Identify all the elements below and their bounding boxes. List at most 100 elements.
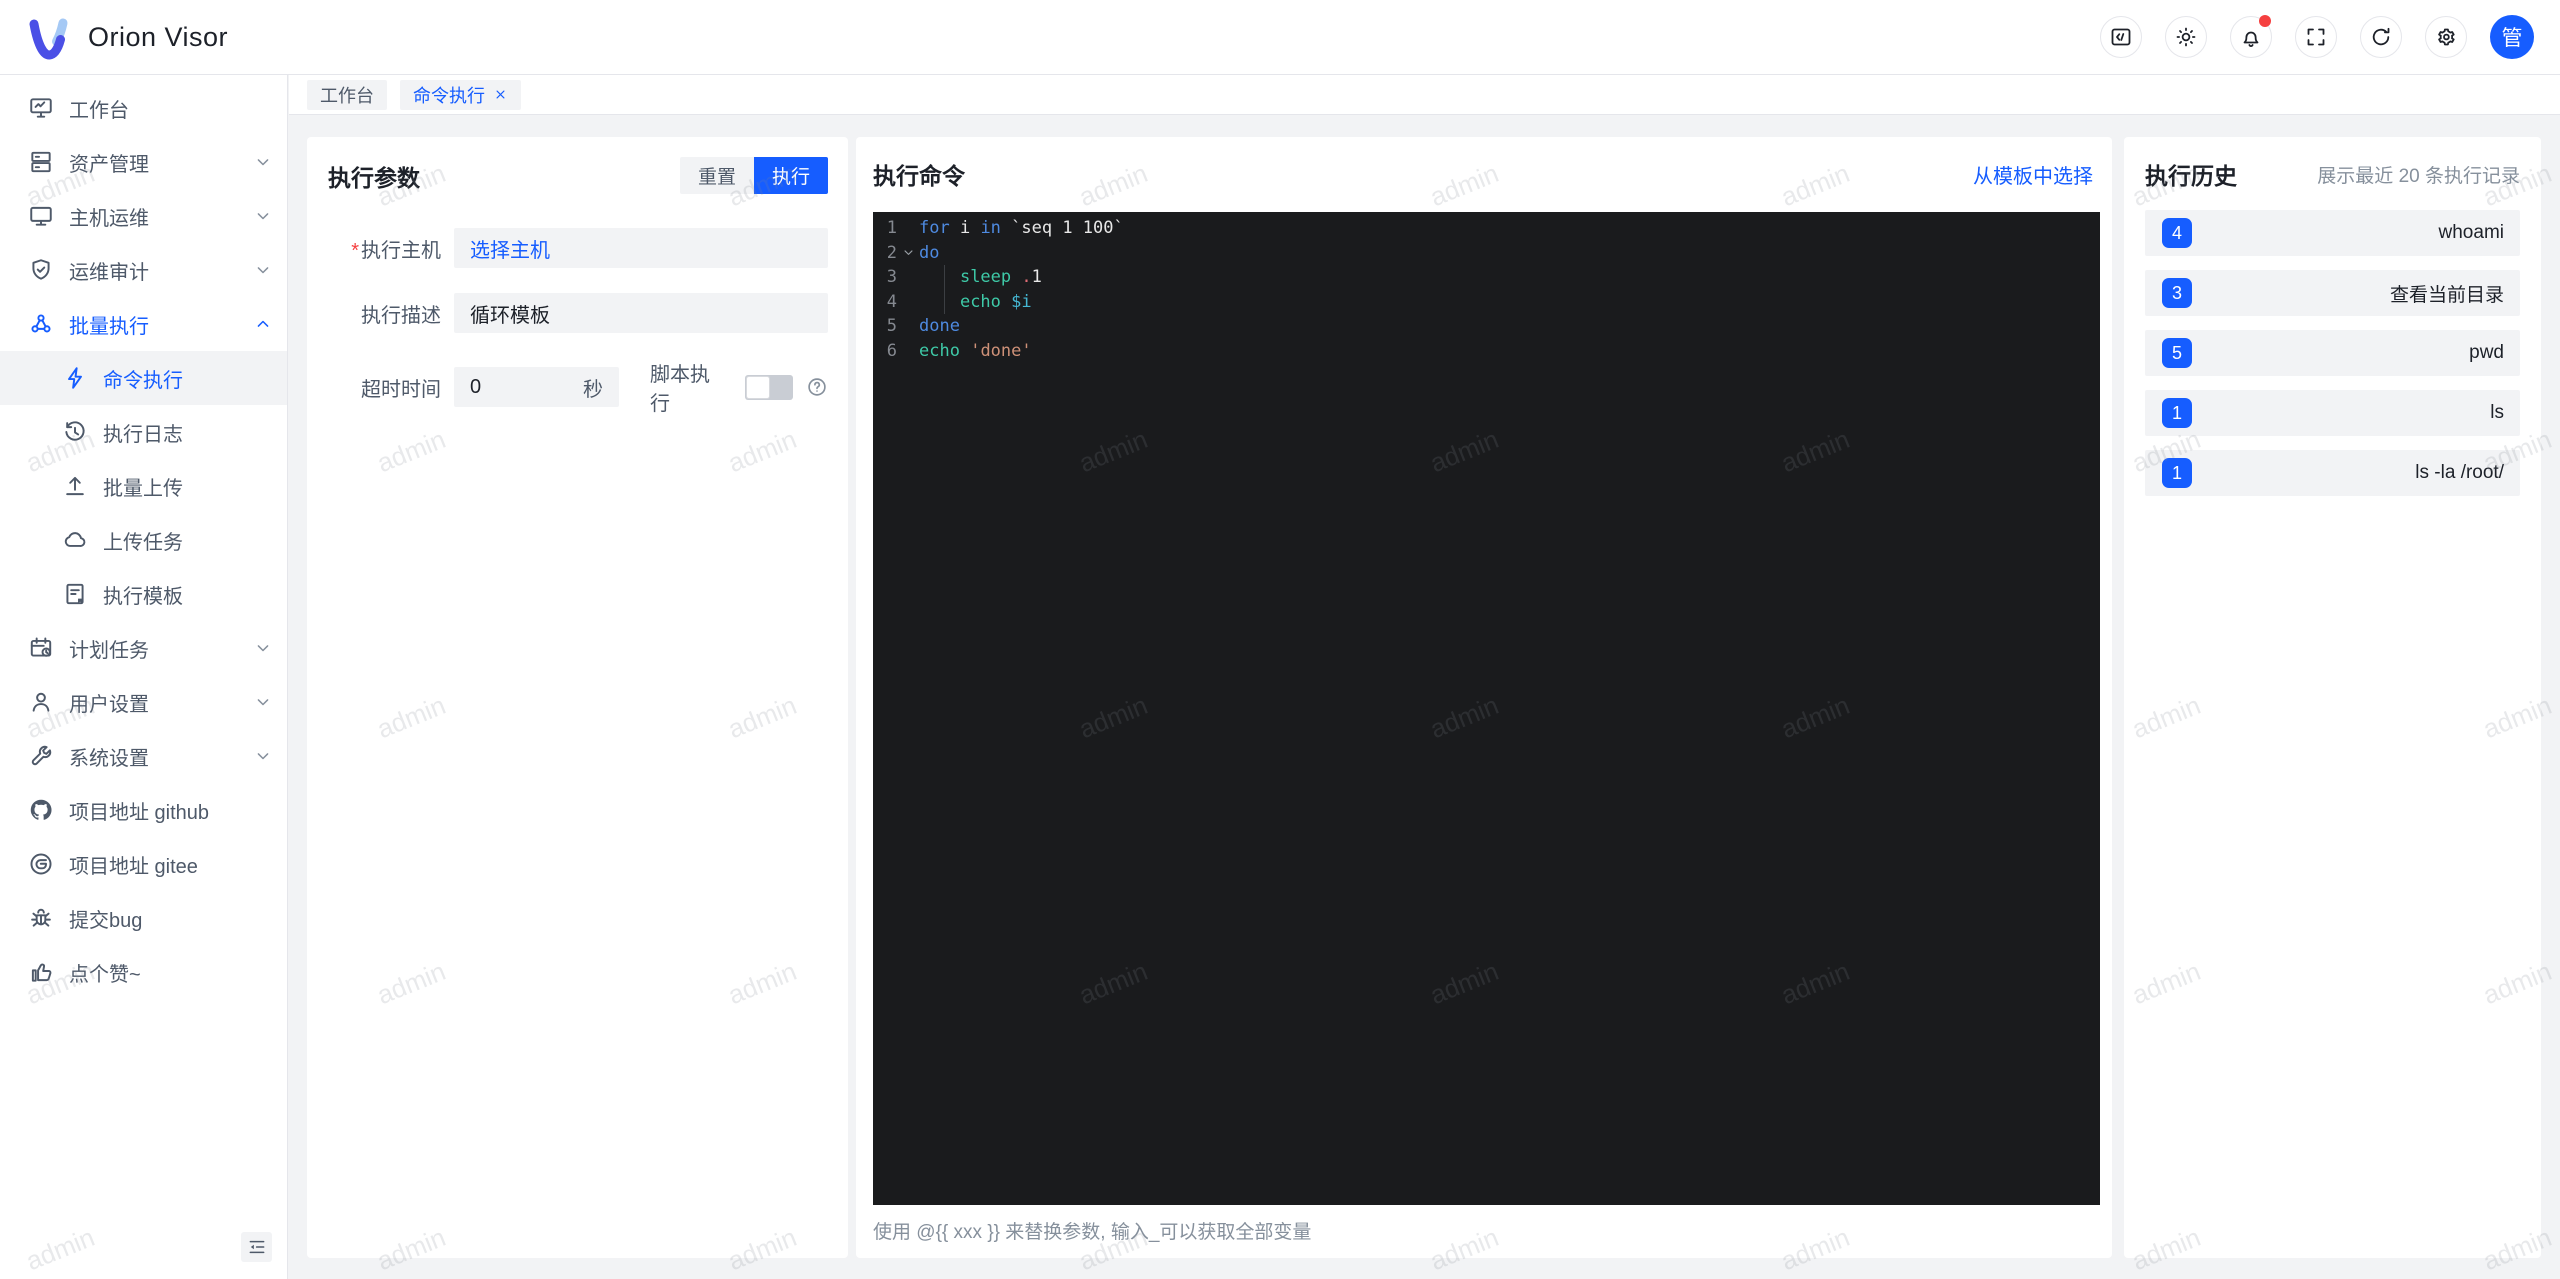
- fullscreen-icon[interactable]: [2295, 16, 2337, 58]
- sidebar-item-exec-log[interactable]: 执行日志: [0, 405, 287, 459]
- exec-params-actions: 重置 执行: [679, 157, 828, 194]
- sidebar-item-label: 计划任务: [69, 639, 149, 662]
- history-item[interactable]: 1 ls -la /root/: [2145, 450, 2520, 496]
- sidebar-item-batch-exec[interactable]: 批量执行: [0, 297, 287, 351]
- code-text: for i in `seq 1 100`: [919, 216, 2100, 241]
- sidebar-item-label: 批量执行: [69, 315, 149, 338]
- code-line: 6 echo 'done': [873, 339, 2100, 364]
- code-text: sleep .1: [919, 265, 2100, 290]
- sidebar-item-label: 工作台: [69, 99, 129, 122]
- chevron-down-icon: [253, 206, 273, 226]
- tab-bar: 工作台 命令执行: [289, 75, 2560, 115]
- fold-gutter: [897, 290, 919, 315]
- fold-gutter: [897, 314, 919, 339]
- history-command: 查看当前目录: [2389, 284, 2504, 306]
- timeout-value: 0: [470, 375, 482, 398]
- sidebar-item-label: 命令执行: [103, 369, 183, 392]
- command-code-editor[interactable]: 1 for i in `seq 1 100` 2 do 3 sleep .1 4 echo…: [873, 212, 2100, 1205]
- sidebar-item-user-settings[interactable]: 用户设置: [0, 675, 287, 729]
- tab-label: 工作台: [320, 85, 374, 106]
- code-line: 2 do: [873, 241, 2100, 266]
- code-token: echo: [959, 291, 1001, 312]
- code-block-icon[interactable]: [2100, 16, 2142, 58]
- monitor-icon: [28, 95, 54, 121]
- code-line: 4 echo $i: [873, 289, 2100, 315]
- notifications-icon[interactable]: [2230, 15, 2272, 58]
- sidebar-item-workbench[interactable]: 工作台: [0, 81, 287, 135]
- wrench-icon: [28, 743, 54, 769]
- settings-icon[interactable]: [2425, 16, 2467, 58]
- code-token: in: [980, 218, 1001, 238]
- tab-label: 命令执行: [413, 85, 485, 106]
- chevron-down-icon: [253, 152, 273, 172]
- reset-button[interactable]: 重置: [679, 157, 754, 194]
- theme-light-icon[interactable]: [2165, 16, 2207, 58]
- upload-icon: [62, 473, 88, 499]
- sidebar-item-label: 系统设置: [69, 747, 149, 770]
- tab-cmd-exec[interactable]: 命令执行: [400, 79, 521, 110]
- desc-input[interactable]: 循环模板: [454, 293, 828, 333]
- code-token: i: [949, 218, 981, 238]
- sidebar-item-assets[interactable]: 资产管理: [0, 135, 287, 189]
- chevron-down-icon: [253, 638, 273, 658]
- host-select-field[interactable]: 选择主机: [454, 228, 828, 268]
- exec-command-panel: 执行命令 从模板中选择 1 for i in `seq 1 100` 2 do 3 sl…: [856, 137, 2112, 1258]
- tab-workbench[interactable]: 工作台: [307, 79, 387, 110]
- history-item[interactable]: 3 查看当前目录: [2145, 270, 2520, 316]
- sidebar-menu: 工作台资产管理主机运维运维审计批量执行命令执行执行日志 批量上传 上传任务 执行模板计…: [0, 81, 287, 999]
- menu-fold-icon: [247, 1237, 267, 1257]
- history-command: ls: [2490, 402, 2504, 423]
- sidebar-item-system-settings[interactable]: 系统设置: [0, 729, 287, 783]
- sidebar-item-host-ops[interactable]: 主机运维: [0, 189, 287, 243]
- run-button[interactable]: 执行: [753, 157, 828, 194]
- tab-close-icon[interactable]: [493, 87, 508, 102]
- desktop-icon: [28, 203, 54, 229]
- code-line: 1 for i in `seq 1 100`: [873, 216, 2100, 241]
- history-command: ls -la /root/: [2415, 462, 2504, 483]
- cluster-icon: [28, 311, 54, 337]
- logo-icon: [29, 18, 68, 60]
- sidebar-item-cmd-exec[interactable]: 命令执行: [0, 351, 287, 405]
- sidebar-item-like[interactable]: 点个赞~: [0, 945, 287, 999]
- code-token: done: [919, 316, 960, 336]
- history-command: pwd: [2469, 342, 2504, 363]
- line-number: 2: [886, 242, 897, 263]
- sidebar-item-label: 主机运维: [69, 207, 149, 230]
- code-token: do: [919, 242, 940, 263]
- history-count-badge: 1: [2162, 458, 2192, 488]
- history-item[interactable]: 5 pwd: [2145, 330, 2520, 376]
- sidebar-item-schedule[interactable]: 计划任务: [0, 621, 287, 675]
- script-exec-toggle[interactable]: [745, 374, 793, 400]
- sidebar-collapse-button[interactable]: [241, 1232, 272, 1262]
- exec-history-list: 4 whoami 3 查看当前目录 5 pwd 1 ls 1 ls -la /root/: [2145, 210, 2520, 496]
- header-actions: 管: [2100, 15, 2534, 59]
- fold-gutter: [897, 265, 919, 290]
- sidebar-item-audit[interactable]: 运维审计: [0, 243, 287, 297]
- timeout-input[interactable]: 0 秒: [454, 367, 619, 407]
- sidebar-item-exec-template[interactable]: 执行模板: [0, 567, 287, 621]
- shield-icon: [28, 257, 54, 283]
- sidebar-item-upload-task[interactable]: 上传任务: [0, 513, 287, 567]
- sidebar-item-label: 运维审计: [69, 261, 149, 284]
- sidebar-item-github[interactable]: 项目地址 github: [0, 783, 287, 837]
- user-avatar[interactable]: 管: [2490, 15, 2534, 59]
- sidebar-item-bug[interactable]: 提交bug: [0, 891, 287, 945]
- choose-from-template-link[interactable]: 从模板中选择: [1973, 160, 2093, 189]
- history-item[interactable]: 1 ls: [2145, 390, 2520, 436]
- line-number: 5: [886, 316, 897, 336]
- help-question-icon[interactable]: [806, 376, 828, 398]
- code-text: do: [919, 241, 2100, 266]
- refresh-icon[interactable]: [2360, 16, 2402, 58]
- chevron-down-icon: [253, 692, 273, 712]
- line-number: 6: [886, 340, 897, 361]
- exec-params-panel: 执行参数 重置 执行 * 执行主机 选择主机 执行描述 循环模板 超时时间 0 秒: [307, 137, 848, 1258]
- sidebar-item-gitee[interactable]: 项目地址 gitee: [0, 837, 287, 891]
- history-item[interactable]: 4 whoami: [2145, 210, 2520, 256]
- desc-label: 执行描述: [361, 304, 441, 327]
- fold-chevron-icon[interactable]: [897, 241, 919, 266]
- github-icon: [28, 797, 54, 823]
- sidebar-item-batch-upload[interactable]: 批量上传: [0, 459, 287, 513]
